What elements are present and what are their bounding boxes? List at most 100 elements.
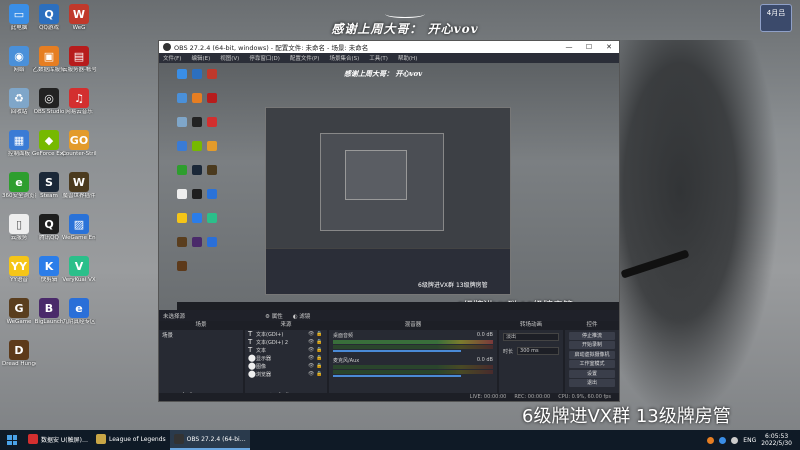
control-button-5[interactable]: 退出 <box>569 379 615 387</box>
desktop-icon-league-client[interactable]: G WeGame <box>2 298 36 326</box>
obs-preview[interactable]: 感谢上周大哥： 开心vov 6级牌进VX群 13级牌房管 6级牌进VX群 13级… <box>159 63 619 310</box>
eye-icon[interactable]: 👁 <box>308 363 316 369</box>
source-item[interactable]: T 文本(GDI+) 👁 🔒 <box>245 330 327 338</box>
taskbar-item-league-of-legends[interactable]: League of Legends <box>92 430 170 450</box>
desktop-icon-label: 网络 <box>13 67 25 73</box>
corner-badge[interactable]: 4月吕 <box>760 4 792 32</box>
source-list[interactable]: T 文本(GDI+) 👁 🔒 T 文本(GDI+) 2 👁 🔒 T 文本 👁 🔒 ⬤ 显示器 👁 🔒 ⬤ 图像 👁 🔒… <box>245 330 327 391</box>
clock-date: 2022/5/30 <box>761 440 792 447</box>
lock-icon[interactable]: 🔒 <box>316 355 324 361</box>
netease-icon: ♫ <box>69 88 89 108</box>
menu-item-7[interactable]: 帮助(H) <box>398 54 417 62</box>
control-button-2[interactable]: 启动虚拟摄像机 <box>569 350 615 359</box>
desktop-icon-geforce[interactable]: ◆GeForce Experience <box>32 130 66 158</box>
properties-button[interactable]: ⚙ 属性 <box>265 312 283 320</box>
source-name: 浏览器 <box>256 371 272 378</box>
desktop-icon-app-store[interactable]: ▨WeGame Engine <box>62 214 96 242</box>
desktop-icon-red-book[interactable]: ▤ 云服务器-帐号 <box>62 46 96 74</box>
desktop-icon-label: QQ游戏 <box>39 25 59 31</box>
transitions-body: 淡出 时长 300 ms <box>499 330 563 391</box>
taskbar-item-obs[interactable]: OBS 27.2.4 (64-bi… <box>169 430 250 450</box>
desktop-icon-wow[interactable]: W 魔兽世界插件 <box>62 172 96 200</box>
desktop-icon-yy[interactable]: YY YY语音 <box>2 256 36 284</box>
desktop-icon-netease[interactable]: ♫ 网易云音乐 <box>62 88 96 116</box>
kuaishou-icon: K <box>39 256 59 276</box>
source-item[interactable]: ⬤ 图像 👁 🔒 <box>245 362 327 370</box>
volume-meter <box>333 370 493 374</box>
lock-icon[interactable]: 🔒 <box>316 371 324 377</box>
minimize-button[interactable]: — <box>559 43 579 51</box>
control-button-1[interactable]: 开始录制 <box>569 341 615 349</box>
desktop-icon-vpn[interactable]: V VeryKuai VX <box>62 256 96 284</box>
desktop-icon-qq[interactable]: Q 腾讯QQ <box>32 214 66 242</box>
taskbar-item-netease-music[interactable]: 数据安 U(触屏)… <box>24 430 92 450</box>
control-button-4[interactable]: 设置 <box>569 369 615 378</box>
desktop-icon-tencent-folder[interactable]: ▯ 云服务 <box>2 214 36 242</box>
eye-icon[interactable]: 👁 <box>308 347 316 353</box>
recycle-bin-icon: ♻ <box>9 88 29 108</box>
menu-item-6[interactable]: 工具(T) <box>369 54 388 62</box>
eye-icon[interactable]: 👁 <box>308 339 316 345</box>
menu-item-1[interactable]: 编辑(E) <box>191 54 210 62</box>
desktop-icon-ie-browser[interactable]: e360安全浏览器 <box>2 172 36 200</box>
close-button[interactable]: ✕ <box>599 43 619 51</box>
desktop-icon-dread-hunger[interactable]: DDread Hunger <box>2 340 36 368</box>
tray-volume-icon[interactable] <box>731 436 739 444</box>
scene-list[interactable]: 场景 <box>159 330 243 391</box>
menu-item-5[interactable]: 场景集合(S) <box>329 54 359 62</box>
scene-item[interactable]: 场景 <box>159 330 243 340</box>
desktop-icon-steam[interactable]: S Steam <box>32 172 66 200</box>
lock-icon[interactable]: 🔒 <box>316 363 324 369</box>
scenes-header: 场景 <box>159 321 243 330</box>
desktop-icon-computer[interactable]: ▭ 此电脑 <box>2 4 36 32</box>
source-item[interactable]: ⬤ 浏览器 👁 🔒 <box>245 370 327 378</box>
desktop-icon-control-panel[interactable]: ▦ 控制面板 <box>2 130 36 158</box>
desktop-icon-kuaishou[interactable]: K 快剪辑 <box>32 256 66 284</box>
menu-item-2[interactable]: 视图(V) <box>220 54 239 62</box>
menu-item-0[interactable]: 文件(F) <box>163 54 181 62</box>
desktop-icon-ie-old[interactable]: e 九阴真经专区 <box>62 298 96 326</box>
transition-select[interactable]: 淡出 <box>503 333 559 341</box>
source-item[interactable]: ⬤ 显示器 👁 🔒 <box>245 354 327 362</box>
desktop-icon-label: 九阴真经专区 <box>62 319 96 325</box>
desktop-icon-qq-browser[interactable]: Q QQ游戏 <box>32 4 66 32</box>
filters-button[interactable]: ◐ 滤镜 <box>293 312 311 320</box>
duration-input[interactable]: 300 ms <box>517 347 559 355</box>
start-button[interactable] <box>0 430 24 450</box>
desktop-icon-tool-box[interactable]: ▣ 乙数据库服务 <box>32 46 66 74</box>
clock[interactable]: 6:05:53 2022/5/30 <box>761 433 792 447</box>
maximize-button[interactable]: ☐ <box>579 43 599 51</box>
source-item[interactable]: T 文本 👁 🔒 <box>245 346 327 354</box>
control-button-3[interactable]: 工作室模式 <box>569 360 615 368</box>
obs-titlebar[interactable]: OBS 27.2.4 (64-bit, windows) - 配置文件: 未命名… <box>159 41 619 53</box>
sources-dock: 来源 T 文本(GDI+) 👁 🔒 T 文本(GDI+) 2 👁 🔒 T 文本 👁 🔒 ⬤ 显示器 👁 🔒 ⬤ 图… <box>245 321 327 401</box>
eye-icon[interactable]: 👁 <box>308 355 316 361</box>
input-language[interactable]: ENG <box>743 437 756 444</box>
desktop-icon-wegame[interactable]: W WeG <box>62 4 96 32</box>
eye-icon[interactable]: 👁 <box>308 331 316 337</box>
tray-network-icon[interactable] <box>719 436 727 444</box>
desktop-icons: ▭ 此电脑 Q QQ游戏 W WeG ◉ 网络 ▣ 乙数据库服务 ▤ 云服务器-帐号 ♻ 回收站 ◎ OBS … <box>0 0 110 430</box>
lock-icon[interactable]: 🔒 <box>316 339 324 345</box>
desktop-icon-csgo[interactable]: GOCounter-Strike Global Off... <box>62 130 96 158</box>
desktop-icon-network[interactable]: ◉ 网络 <box>2 46 36 74</box>
volume-slider[interactable] <box>333 350 461 352</box>
menu-item-3[interactable]: 停靠窗口(D) <box>249 54 280 62</box>
volume-slider[interactable] <box>333 375 461 377</box>
source-item[interactable]: T 文本(GDI+) 2 👁 🔒 <box>245 338 327 346</box>
desktop-icon-bilibili[interactable]: B BigLaunch <box>32 298 66 326</box>
desktop-icon-obs-studio[interactable]: ◎ OBS Studio <box>32 88 66 116</box>
desktop-icon-recycle-bin[interactable]: ♻ 回收站 <box>2 88 36 116</box>
obs-window[interactable]: OBS 27.2.4 (64-bit, windows) - 配置文件: 未命名… <box>158 40 620 402</box>
menu-item-4[interactable]: 配置文件(P) <box>290 54 320 62</box>
tray-app-icon[interactable] <box>707 436 715 444</box>
lock-icon[interactable]: 🔒 <box>316 331 324 337</box>
desktop-icon-label: 腾讯QQ <box>39 235 59 241</box>
lock-icon[interactable]: 🔒 <box>316 347 324 353</box>
channel-db: 0.0 dB <box>476 332 493 338</box>
preview-netease-icon <box>207 117 217 127</box>
control-button-0[interactable]: 停止推流 <box>569 331 615 340</box>
desktop-banner: 感谢上周大哥： 开心vov <box>305 10 505 37</box>
source-type-icon: T <box>248 338 253 346</box>
eye-icon[interactable]: 👁 <box>308 371 316 377</box>
